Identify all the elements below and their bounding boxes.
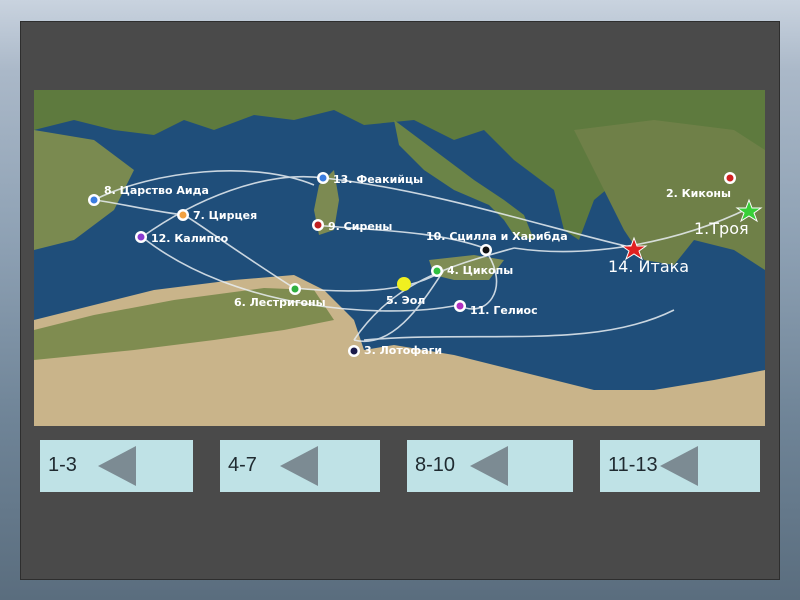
back-arrow-icon: [280, 446, 318, 486]
nav-button-4-7[interactable]: 4-7: [220, 440, 380, 492]
nav-button-11-13[interactable]: 11-13: [600, 440, 760, 492]
marker-13: 13. Феакийцы: [317, 172, 423, 186]
svg-text:3. Лотофаги: 3. Лотофаги: [364, 344, 442, 357]
svg-text:11. Гелиос: 11. Гелиос: [470, 304, 538, 317]
svg-text:6. Лестригоны: 6. Лестригоны: [234, 296, 326, 309]
svg-text:10. Сцилла и Харибда: 10. Сцилла и Харибда: [426, 230, 568, 243]
back-arrow-icon: [470, 446, 508, 486]
nav-button-1-3[interactable]: 1-3: [40, 440, 193, 492]
odyssey-map: 8. Царство Аида 7. Цирцея 12. Калипсо 13…: [34, 90, 765, 426]
svg-text:9. Сирены: 9. Сирены: [328, 220, 392, 233]
svg-text:13. Феакийцы: 13. Феакийцы: [333, 173, 423, 186]
nav-button-label: 4-7: [228, 454, 257, 476]
nav-button-8-10[interactable]: 8-10: [407, 440, 573, 492]
back-arrow-icon: [98, 446, 136, 486]
svg-text:12. Калипсо: 12. Калипсо: [151, 232, 229, 245]
svg-text:5. Эол: 5. Эол: [386, 294, 425, 307]
svg-text:7. Цирцея: 7. Цирцея: [193, 209, 257, 222]
svg-text:1.Троя: 1.Троя: [694, 219, 749, 238]
nav-button-label: 11-13: [608, 454, 658, 476]
svg-text:4. Цикопы: 4. Цикопы: [447, 264, 513, 277]
back-arrow-icon: [660, 446, 698, 486]
svg-text:14. Итака: 14. Итака: [608, 257, 689, 276]
svg-text:8. Царство Аида: 8. Царство Аида: [104, 184, 209, 197]
nav-button-label: 8-10: [415, 454, 456, 476]
svg-text:2. Киконы: 2. Киконы: [666, 187, 731, 200]
nav-button-label: 1-3: [48, 454, 77, 476]
